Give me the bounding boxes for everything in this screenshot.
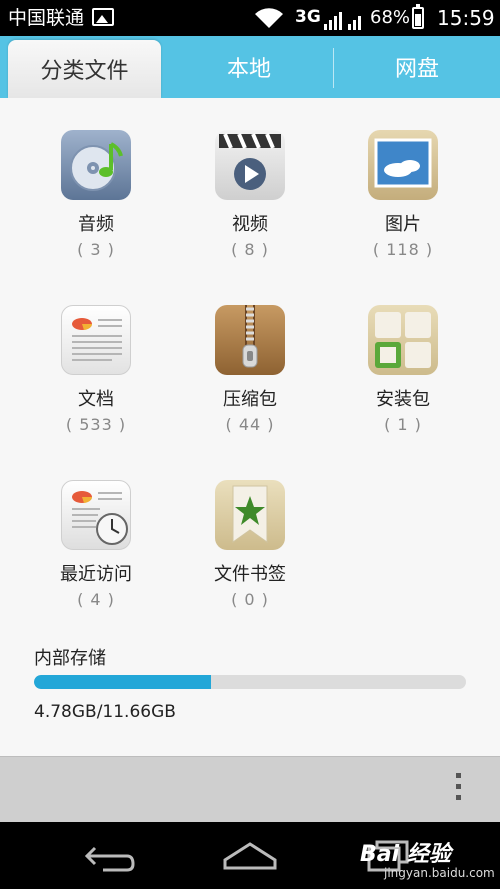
- watermark-url: jingyan.baidu.com: [384, 866, 495, 880]
- zip-icon: [215, 305, 285, 375]
- category-image[interactable]: 图片 ( 118 ): [328, 130, 478, 260]
- category-count: ( 118 ): [372, 240, 434, 259]
- network-type: 3G: [295, 7, 321, 27]
- category-label: 最近访问: [60, 564, 132, 585]
- carrier-name: 中国联通: [8, 7, 85, 29]
- battery-percent: 68%: [370, 7, 411, 28]
- category-audio[interactable]: 音频 ( 3 ): [21, 130, 171, 260]
- battery-level: [415, 13, 421, 26]
- back-icon[interactable]: [75, 834, 145, 878]
- storage-progress-fill: [34, 675, 212, 689]
- category-recent[interactable]: 最近访问 ( 4 ): [21, 480, 171, 610]
- category-label: 文件书签: [214, 564, 286, 585]
- storage-label: 内部存储: [34, 648, 106, 669]
- video-icon: [215, 130, 285, 200]
- bottom-action-bar: [0, 756, 500, 822]
- wifi-icon: [255, 8, 283, 28]
- category-label: 图片: [385, 214, 421, 235]
- tab-cloud-drive[interactable]: 网盘: [334, 36, 500, 98]
- home-icon[interactable]: [215, 834, 285, 878]
- recent-icon: [61, 480, 131, 550]
- category-label: 压缩包: [223, 389, 277, 410]
- apk-icon: [368, 305, 438, 375]
- category-label: 视频: [232, 214, 268, 235]
- image-notification-icon: [92, 8, 114, 26]
- category-label: 安装包: [376, 389, 430, 410]
- category-document[interactable]: 文档 ( 533 ): [21, 305, 171, 435]
- category-count: ( 44 ): [225, 415, 275, 434]
- signal-icon: [324, 12, 361, 30]
- category-bookmark[interactable]: 文件书签 ( 0 ): [175, 480, 325, 610]
- status-bar: 中国联通 3G 68% 15:59: [0, 0, 500, 36]
- bookmark-icon: [215, 480, 285, 550]
- audio-icon: [61, 130, 131, 200]
- tab-categories[interactable]: 分类文件: [8, 40, 161, 98]
- more-options-icon[interactable]: [452, 773, 464, 807]
- category-label: 音频: [78, 214, 114, 235]
- tab-local[interactable]: 本地: [166, 36, 332, 98]
- category-count: ( 3 ): [77, 240, 115, 259]
- category-panel: 音频 ( 3 ) 视频 ( 8 ) 图片 ( 118 ) 文档 (533) …: [0, 98, 500, 756]
- storage-value: 4.78GB/11.66GB: [34, 702, 176, 722]
- watermark-logo: Bai 经验: [360, 842, 451, 867]
- category-video[interactable]: 视频 ( 8 ): [175, 130, 325, 260]
- tab-bar: 分类文件 本地 网盘: [0, 36, 500, 98]
- battery-icon: [412, 4, 424, 29]
- category-count: ( 4 ): [77, 590, 115, 609]
- image-icon: [368, 130, 438, 200]
- category-label: 文档: [78, 389, 114, 410]
- category-count: ( 533 ): [65, 415, 127, 434]
- document-icon: [61, 305, 131, 375]
- category-zip[interactable]: 压缩包 ( 44 ): [175, 305, 325, 435]
- category-count: ( 0 ): [231, 590, 269, 609]
- clock: 15:59: [437, 6, 495, 30]
- category-count: ( 8 ): [231, 240, 269, 259]
- category-apk[interactable]: 安装包 ( 1 ): [328, 305, 478, 435]
- category-count: ( 1 ): [384, 415, 422, 434]
- storage-progress-bar: [34, 675, 466, 689]
